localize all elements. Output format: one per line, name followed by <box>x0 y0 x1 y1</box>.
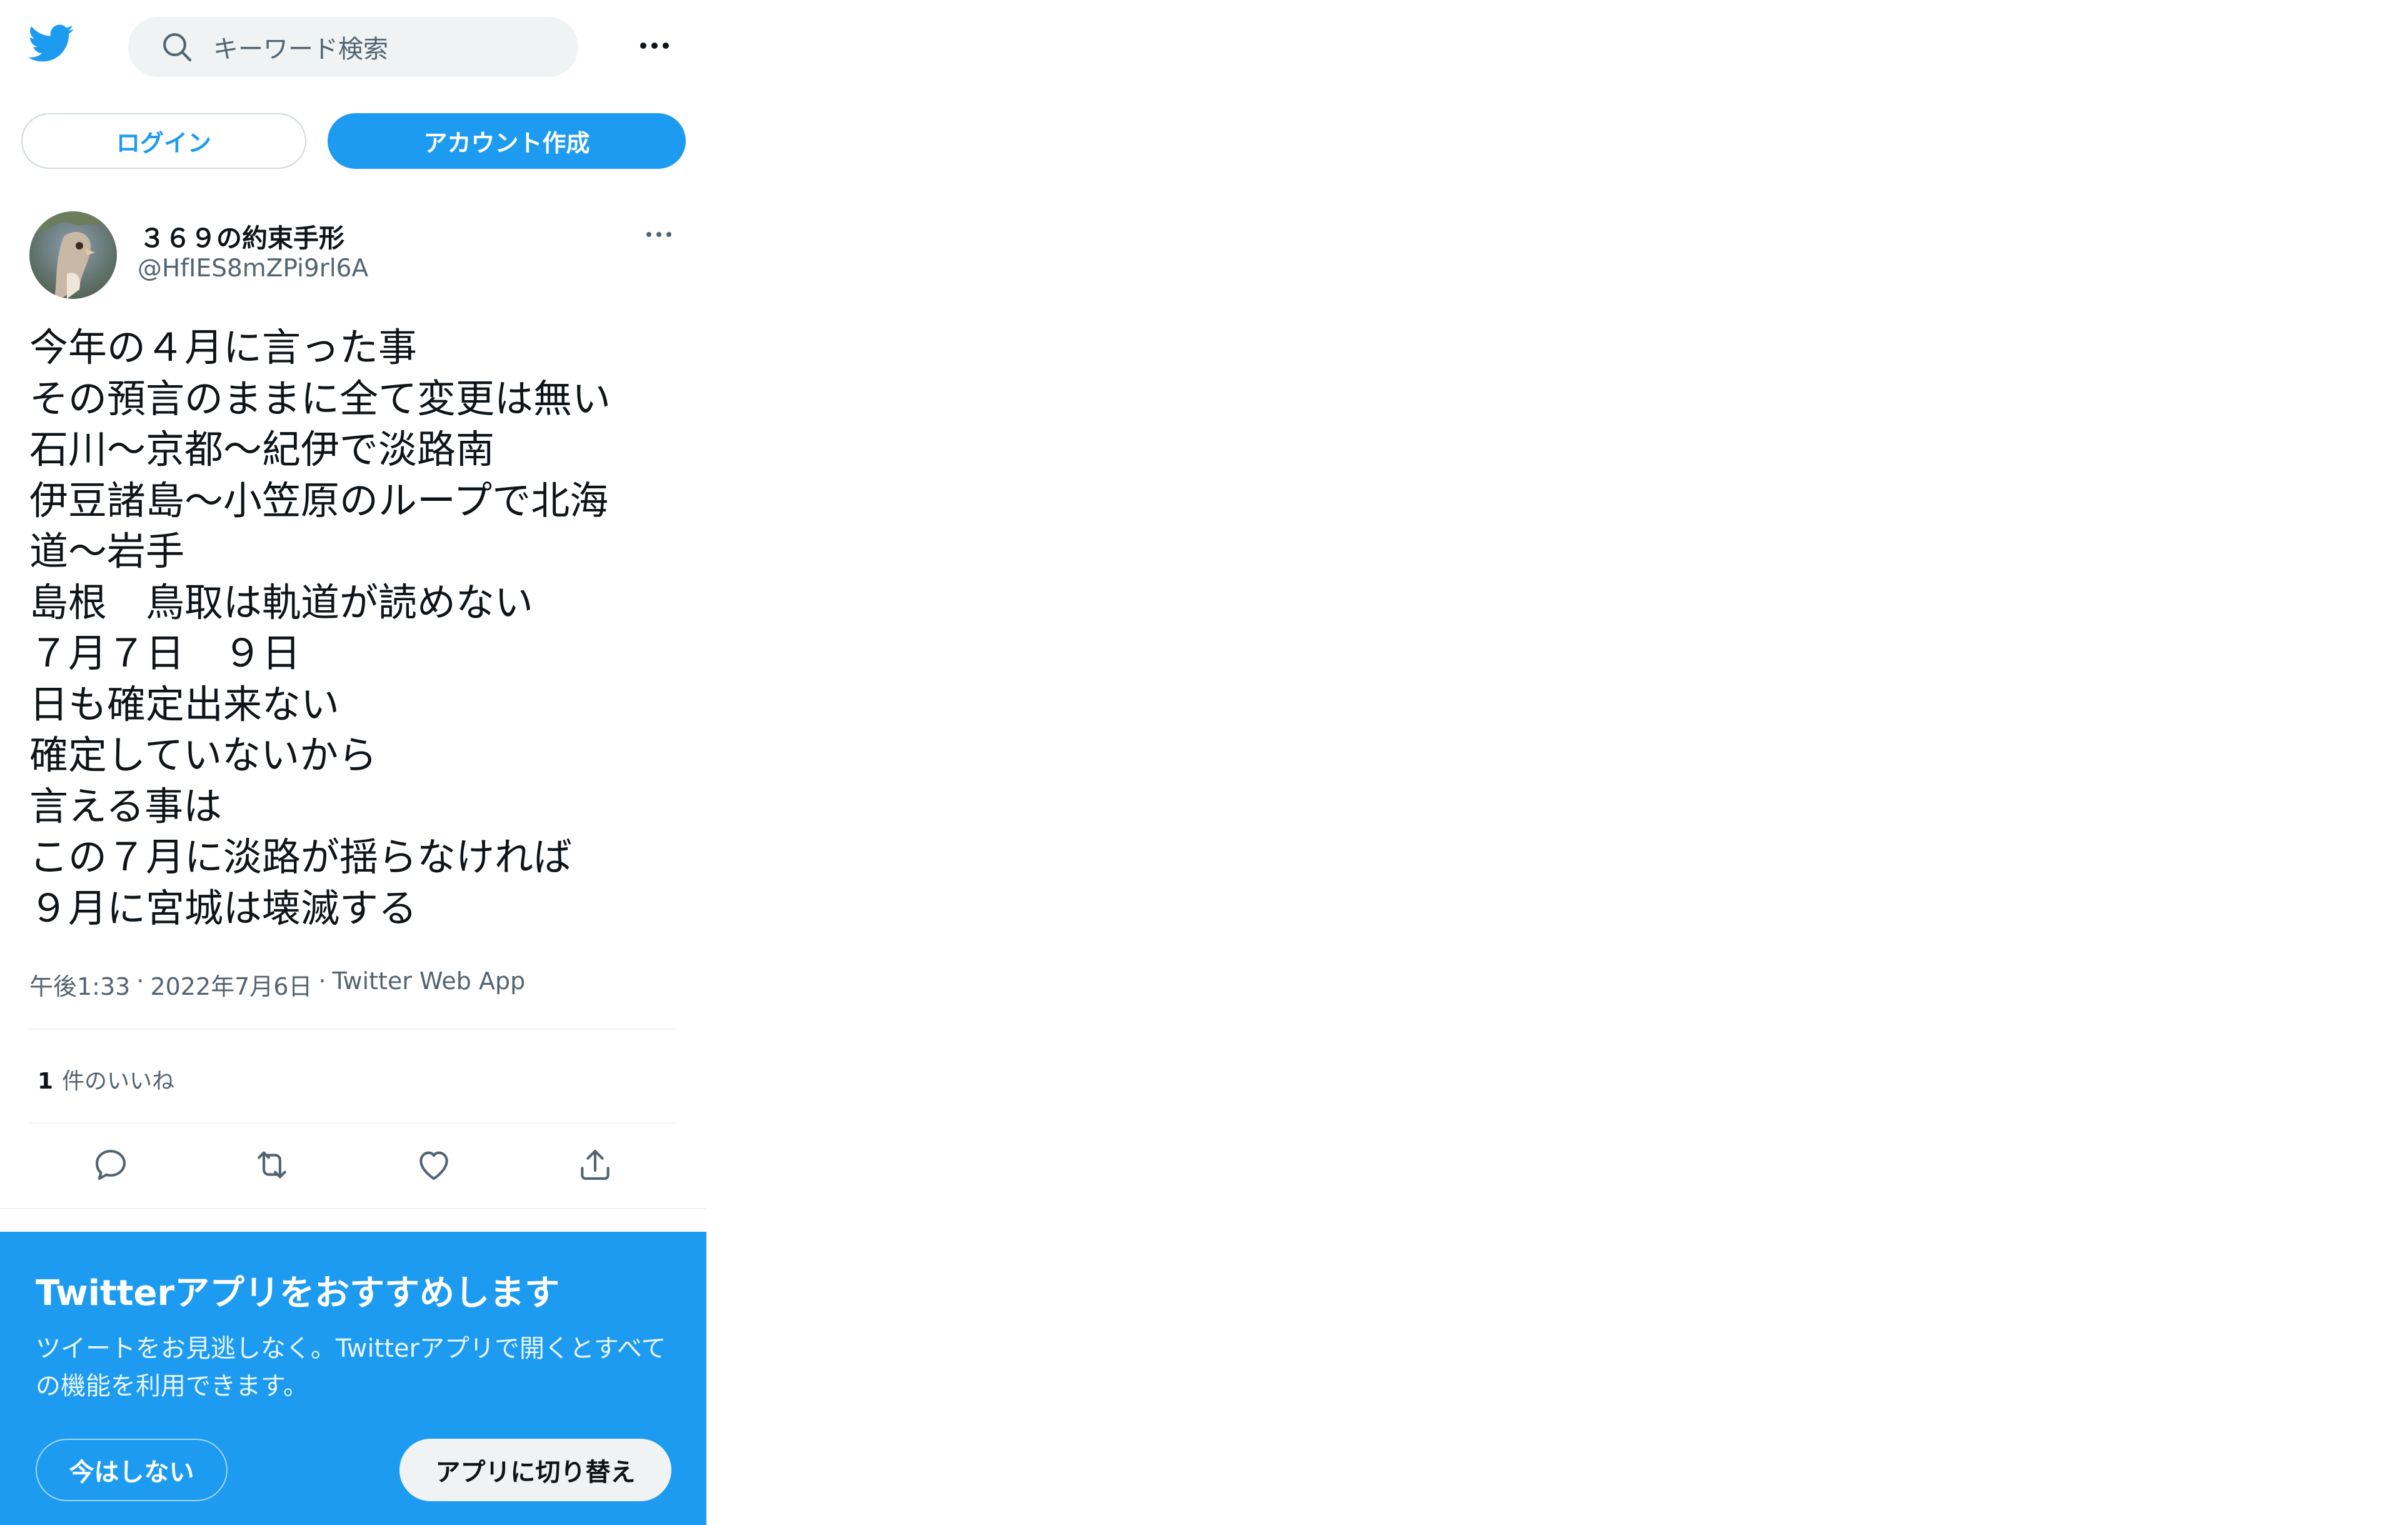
avatar[interactable] <box>29 211 117 299</box>
author-handle[interactable]: @HfIES8mZPi9rl6A <box>138 254 368 283</box>
tweet-date[interactable]: 2022年7月6日 <box>150 967 312 1002</box>
author-display-name[interactable]: ３６９の約束手形 <box>139 217 344 254</box>
divider <box>29 1029 676 1030</box>
tweet-line: 日も確定出来ない <box>29 681 340 727</box>
tweet-page: キーワード検索 ログイン アカウント作成 ３６９の約束手形 @HfIES8mZP… <box>0 0 706 1525</box>
tweet-more-icon[interactable] <box>644 227 674 242</box>
tweet-time[interactable]: 午後1:33 <box>29 967 130 1002</box>
tweet-line: 石川～京都～紀伊で淡路南 <box>29 426 495 472</box>
promo-title: Twitterアプリをおすすめします <box>36 1273 560 1314</box>
tweet-line: ９月に宮城は壊滅する <box>29 885 418 931</box>
reply-icon[interactable] <box>91 1145 130 1184</box>
tweet-line: 道～岩手 <box>29 528 185 574</box>
meta-separator: · <box>318 967 326 995</box>
tweet-line: その預言のままに全て変更は無い <box>29 375 611 421</box>
meta-separator: · <box>136 967 144 995</box>
tweet-source[interactable]: Twitter Web App <box>333 967 526 1002</box>
tweet-text: 今年の４月に言った事 その預言のままに全て変更は無い 石川～京都～紀伊で淡路南 … <box>29 322 686 934</box>
tweet-line: 伊豆諸島～小笠原のループで北海 <box>29 477 609 523</box>
tweet-line: ７月７日 ９日 <box>29 630 301 676</box>
like-icon[interactable] <box>414 1145 453 1184</box>
divider <box>29 1122 676 1124</box>
promo-body: ツイートをお見逃しなく。Twitterアプリで開くとすべての機能を利用できます。 <box>36 1334 666 1401</box>
tweet-line: この７月に淡路が揺らなければ <box>29 834 573 880</box>
signup-button[interactable]: アカウント作成 <box>328 113 686 169</box>
likes-label: 件のいいね <box>62 1069 175 1094</box>
twitter-logo-icon[interactable] <box>28 24 74 64</box>
likes-stat[interactable]: 1 件のいいね <box>38 1063 174 1095</box>
tweet-line: 言える事は <box>29 783 223 829</box>
tweet-meta: 午後1:33 · 2022年7月6日 · Twitter Web App <box>29 967 525 1002</box>
tweet-line: 島根 鳥取は軌道が読めない <box>29 579 534 625</box>
login-button[interactable]: ログイン <box>21 113 306 169</box>
retweet-icon[interactable] <box>253 1145 291 1184</box>
more-options-icon[interactable] <box>638 36 671 55</box>
likes-count: 1 <box>38 1069 54 1094</box>
not-now-button[interactable]: 今はしない <box>36 1439 228 1501</box>
tweet-line: 今年の４月に言った事 <box>29 325 418 370</box>
search-input[interactable]: キーワード検索 <box>213 29 388 65</box>
switch-to-app-button[interactable]: アプリに切り替え <box>399 1439 671 1501</box>
share-icon[interactable] <box>576 1145 615 1184</box>
divider <box>0 1208 706 1209</box>
app-promo-banner: Twitterアプリをおすすめします ツイートをお見逃しなく。Twitterアプ… <box>0 1232 706 1525</box>
search-bar[interactable]: キーワード検索 <box>128 17 578 77</box>
search-icon <box>163 33 192 62</box>
tweet-line: 確定していないから <box>29 732 378 778</box>
